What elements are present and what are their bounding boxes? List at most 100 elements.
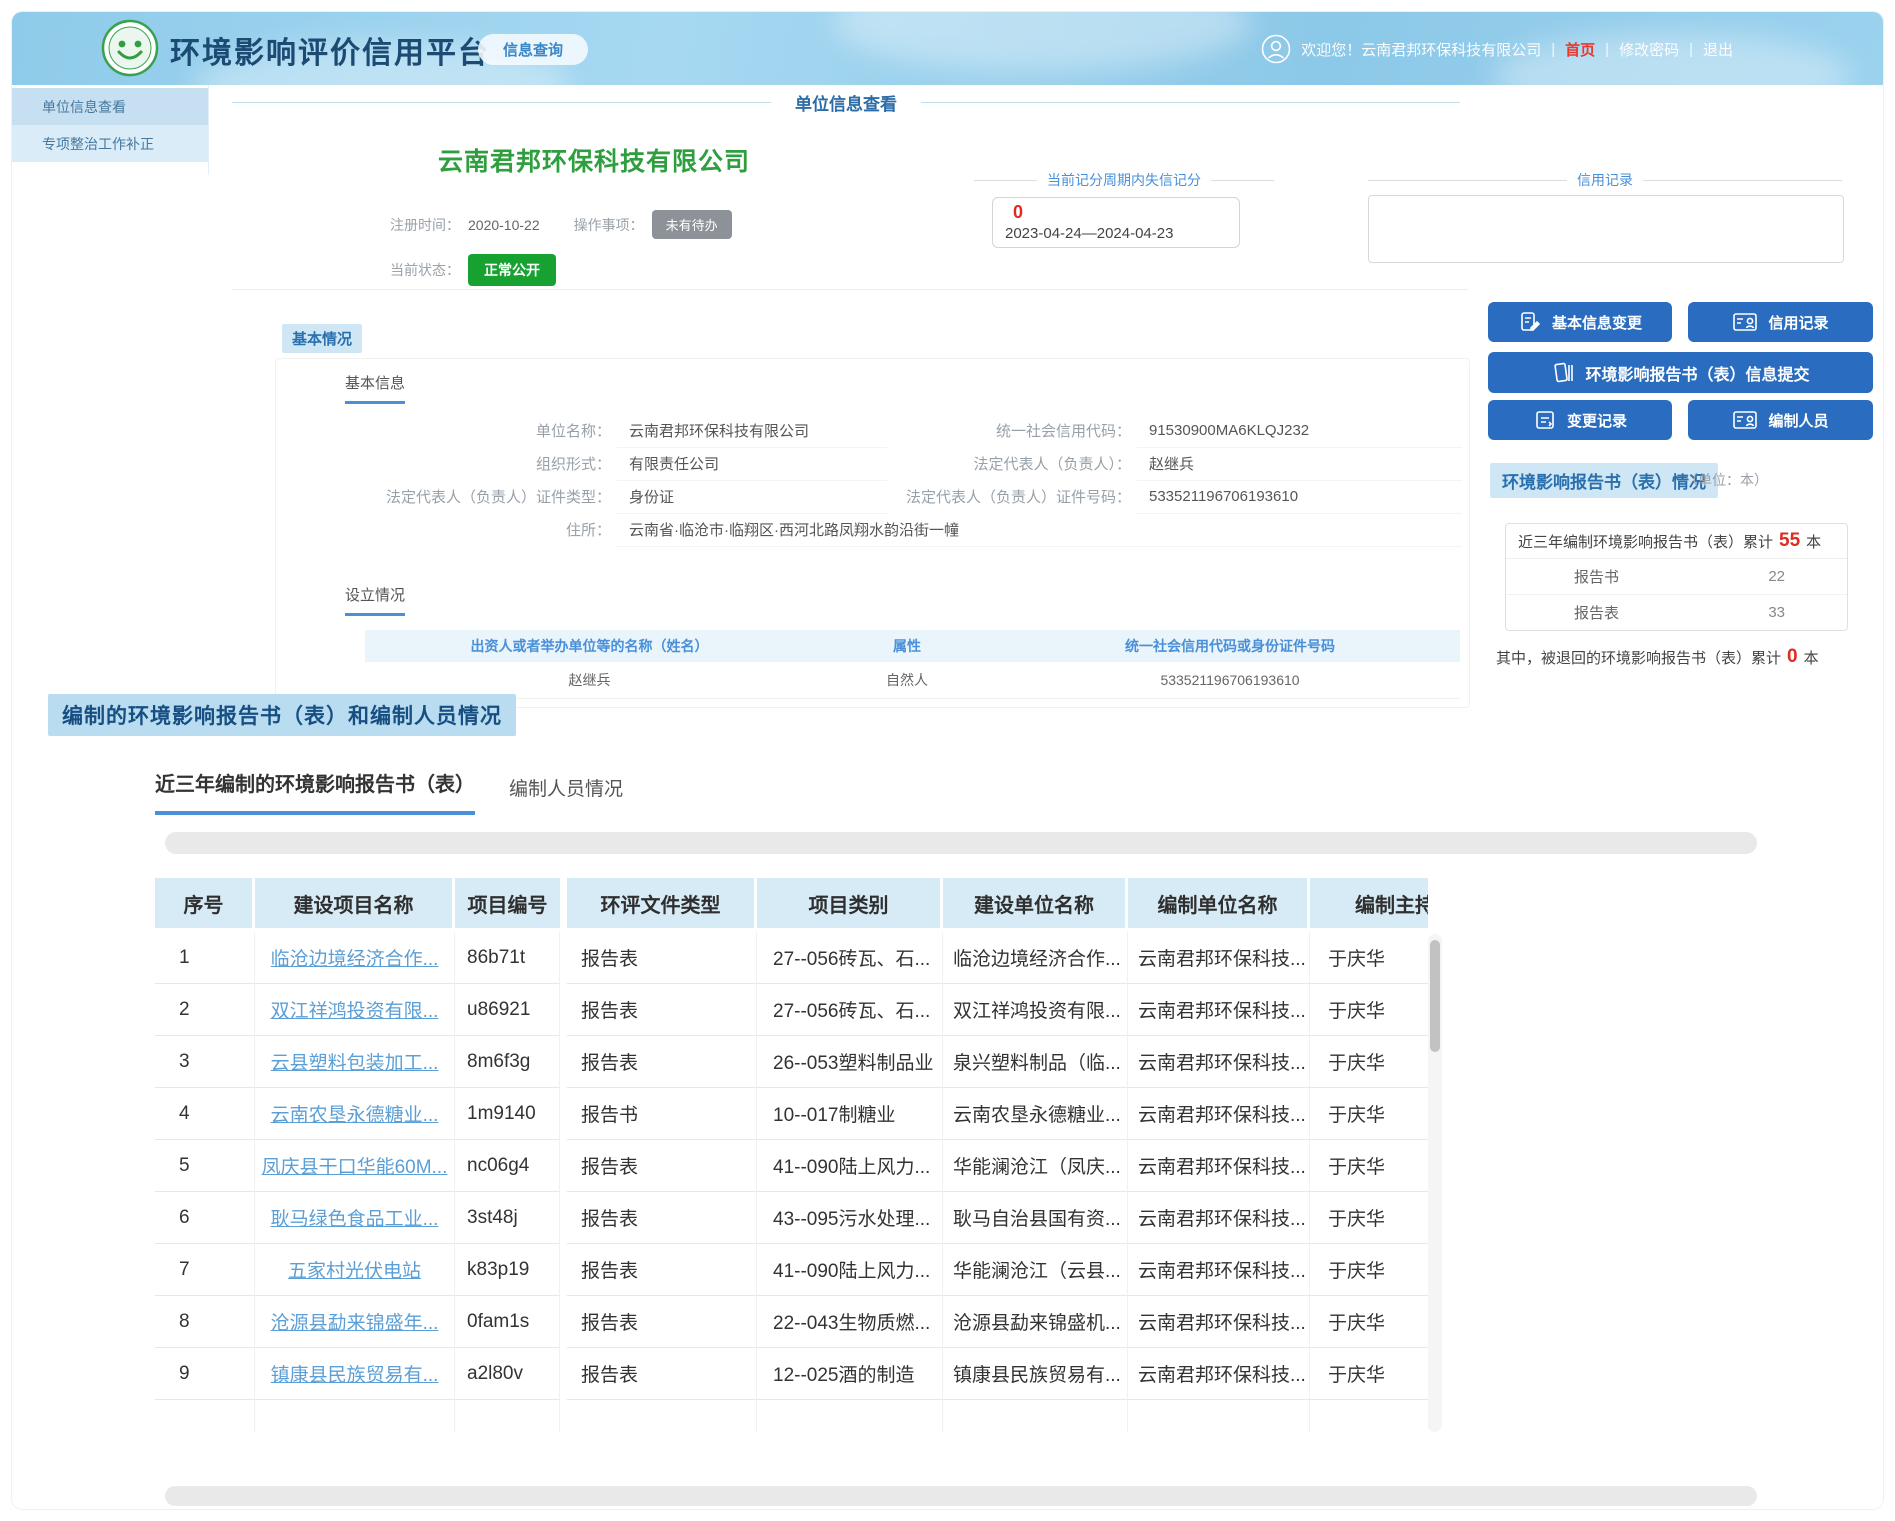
stats-row-value: 22 (1768, 568, 1847, 585)
project-name-link[interactable]: 临沧边境经济合作... (271, 944, 439, 971)
table-cell: 云南农垦永德糖业... (255, 1088, 455, 1140)
sidebar-item-1[interactable]: 单位信息查看 (12, 88, 208, 125)
nav-logout-link[interactable]: 退出 (1703, 39, 1733, 60)
tab-basic-info[interactable]: 基本信息 (345, 372, 405, 404)
tab-establish-info[interactable]: 设立情况 (345, 584, 405, 616)
report-tab-2[interactable]: 编制人员情况 (509, 774, 623, 815)
stats-returned-value: 0 (1787, 646, 1798, 668)
vertical-scrollbar-thumb[interactable] (1430, 940, 1440, 1052)
table-cell: 8 (155, 1296, 255, 1348)
table-row: 2双江祥鸿投资有限...u86921 (155, 984, 560, 1036)
credit-fieldset-legend: 信用记录 (1368, 170, 1842, 190)
table-cell: 0fam1s (455, 1296, 560, 1348)
table-cell (567, 1400, 757, 1432)
field-value: 云南省·临沧市·临翔区·西河北路凤翔水韵沿街一幢 (617, 513, 1462, 547)
registration-row: 注册时间： 2020-10-22 操作事项： 未有待办 (390, 210, 732, 239)
stats-returned-prefix: 其中，被退回的环境影响报告书（表）累计 (1496, 647, 1781, 668)
table-row: 8 沧源县勐来锦盛年... 0fam1s (155, 1296, 560, 1348)
stats-row-label: 报告书 (1506, 566, 1768, 587)
table-cell: 22--043生物质燃... (757, 1296, 943, 1348)
establish-cell: 533521196706193610 (1000, 672, 1460, 688)
table-cell: 云南君邦环保科技... (1128, 932, 1310, 984)
basic-change-button[interactable]: 基本信息变更 (1488, 302, 1672, 342)
report-table-region: 序号建设项目名称项目编号 1临沧边境经济合作...86b71t2双江祥鸿投资有限… (155, 878, 1442, 1432)
establish-row: 赵继兵自然人533521196706193610 (365, 662, 1460, 699)
table-header-cell: 建设项目名称 (255, 878, 455, 928)
field-value: 云南君邦环保科技有限公司 (617, 414, 887, 448)
table-cell (943, 1400, 1128, 1432)
welcome-text: 欢迎您！云南君邦环保科技有限公司 (1301, 39, 1541, 60)
table-cell: 耿马绿色食品工业... (255, 1192, 455, 1244)
reg-time-label: 注册时间： (390, 215, 460, 235)
info-query-button[interactable]: 信息查询 (478, 34, 588, 65)
table-cell: 双江祥鸿投资有限... (255, 984, 455, 1036)
table-cell: 凤庆县干口华能60M... (255, 1140, 455, 1192)
report-tab-1[interactable]: 近三年编制的环境影响报告书（表） (155, 768, 475, 815)
table-header-cell: 编制主持人 (1310, 878, 1428, 928)
stats-rows: 报告书22报告表33 (1506, 559, 1847, 630)
table-cell: 4 (155, 1088, 255, 1140)
field-label: 住所： (282, 519, 617, 540)
establish-header: 出资人或者举办单位等的名称（姓名） (365, 636, 814, 656)
nav-separator: | (1689, 41, 1693, 58)
table-row: 报告表41--090陆上风力...华能澜沧江（云县...云南君邦环保科技...于… (567, 1244, 1428, 1296)
project-name-link[interactable]: 凤庆县干口华能60M... (262, 1152, 448, 1179)
table-cell: 27--056砖瓦、石... (757, 984, 943, 1036)
table-header-cell: 建设单位名称 (943, 878, 1128, 928)
table-cell: 云南君邦环保科技... (1128, 1088, 1310, 1140)
sidebar-divider (208, 85, 209, 175)
table-cell: 报告表 (567, 1348, 757, 1400)
table-cell: 云南君邦环保科技... (1128, 1244, 1310, 1296)
credit-record-button[interactable]: 信用记录 (1688, 302, 1873, 342)
cloud-decoration (832, 12, 1252, 72)
report-submit-button[interactable]: 环境影响报告书（表）信息提交 (1488, 352, 1873, 393)
table-cell: 1 (155, 932, 255, 984)
vertical-scrollbar[interactable] (1428, 934, 1442, 1432)
table-cell: nc06g4 (455, 1140, 560, 1192)
staff-label: 编制人员 (1768, 410, 1828, 431)
project-name-link[interactable]: 沧源县勐来锦盛年... (271, 1308, 439, 1335)
table-cell: u86921 (455, 984, 560, 1036)
report-section-title: 编制的环境影响报告书（表）和编制人员情况 (48, 694, 516, 736)
report-submit-label: 环境影响报告书（表）信息提交 (1585, 361, 1809, 385)
project-name-link[interactable]: 镇康县民族贸易有... (271, 1360, 439, 1387)
table-cell: 报告表 (567, 1140, 757, 1192)
table-header-cell: 项目类别 (757, 878, 943, 928)
table-cell: 五家村光伏电站 (255, 1244, 455, 1296)
table-cell: 耿马自治县国有资... (943, 1192, 1128, 1244)
project-name-link[interactable]: 双江祥鸿投资有限... (271, 996, 439, 1023)
table-row (155, 1400, 560, 1432)
table-row: 报告表26--053塑料制品业泉兴塑料制品（临...云南君邦环保科技...于庆华 (567, 1036, 1428, 1088)
table-header-cell: 环评文件类型 (567, 878, 757, 928)
stats-box: 近三年编制环境影响报告书（表）累计 55 本 报告书22报告表33 (1505, 523, 1848, 631)
nav-change-password-link[interactable]: 修改密码 (1619, 39, 1679, 60)
table-cell (757, 1400, 943, 1432)
sidebar-item-2[interactable]: 专项整治工作补正 (12, 125, 208, 162)
table-cell: 沧源县勐来锦盛年... (255, 1296, 455, 1348)
horizontal-scrollbar-top[interactable] (165, 832, 1757, 854)
table-cell: 沧源县勐来锦盛机... (943, 1296, 1128, 1348)
staff-button[interactable]: 编制人员 (1688, 400, 1873, 440)
current-status-label: 当前状态： (390, 260, 460, 280)
field-label: 统一社会信用代码： (887, 420, 1137, 441)
stats-row-label: 报告表 (1506, 602, 1768, 623)
table-cell: 于庆华 (1310, 1088, 1428, 1140)
table-cell: 临沧边境经济合作... (255, 932, 455, 984)
table-cell: 43--095污水处理... (757, 1192, 943, 1244)
table-cell: 云南君邦环保科技... (1128, 1140, 1310, 1192)
stats-returned-line: 其中，被退回的环境影响报告书（表）累计 0 本 (1496, 646, 1819, 668)
field-label: 法定代表人（负责人）证件类型： (282, 486, 617, 507)
project-name-link[interactable]: 五家村光伏电站 (288, 1256, 421, 1283)
project-name-link[interactable]: 云南农垦永德糖业... (271, 1100, 439, 1127)
nav-separator: | (1605, 41, 1609, 58)
project-name-link[interactable]: 耿马绿色食品工业... (271, 1204, 439, 1231)
table-row: 报告表43--095污水处理...耿马自治县国有资...云南君邦环保科技...于… (567, 1192, 1428, 1244)
document-edit-icon (1518, 310, 1542, 334)
horizontal-scrollbar-bottom[interactable] (165, 1486, 1757, 1506)
table-row: 报告书10--017制糖业云南农垦永德糖业...云南君邦环保科技...于庆华 (567, 1088, 1428, 1140)
change-record-button[interactable]: 变更记录 (1488, 400, 1672, 440)
project-name-link[interactable]: 云县塑料包装加工... (271, 1048, 439, 1075)
nav-home-link[interactable]: 首页 (1565, 39, 1595, 60)
establish-header: 属性 (814, 636, 1000, 656)
table-cell: 云南农垦永德糖业... (943, 1088, 1128, 1140)
